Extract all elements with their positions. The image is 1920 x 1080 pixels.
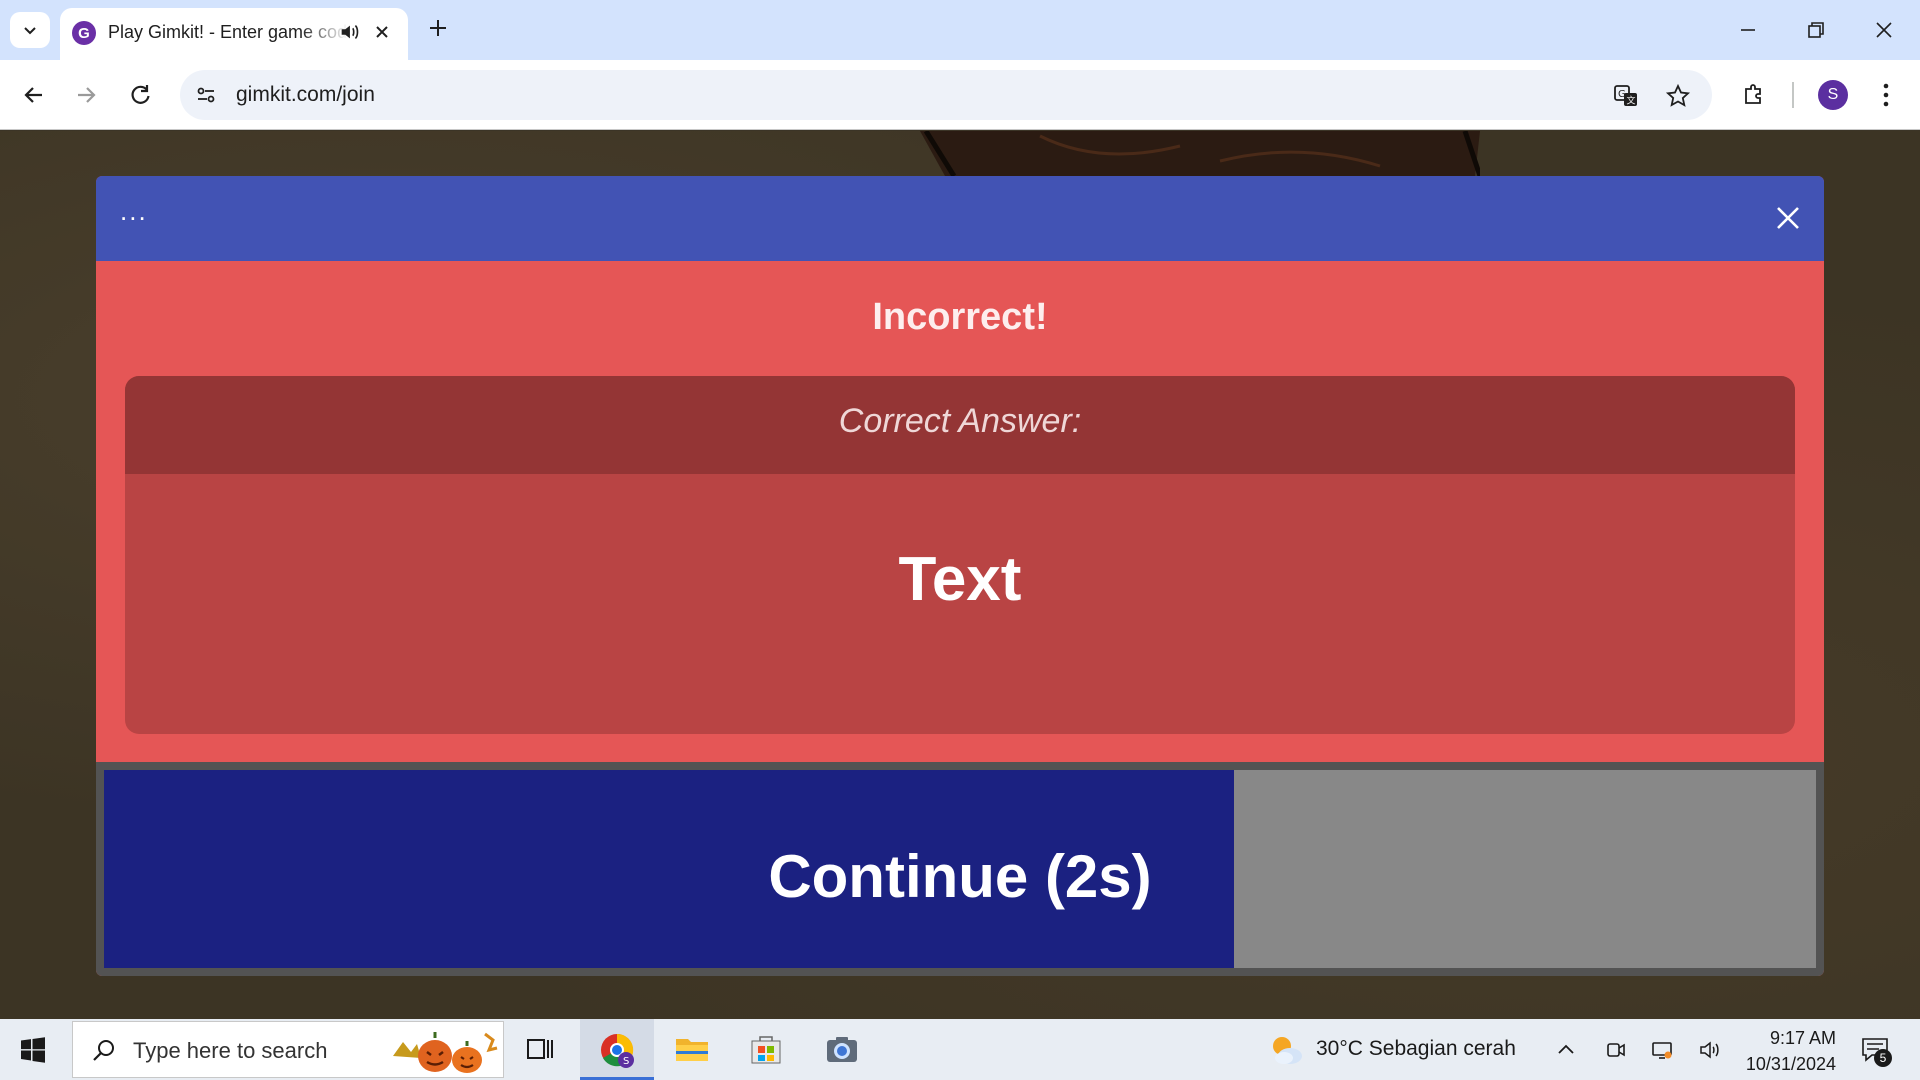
continue-countdown-track: Continue (2s) xyxy=(104,770,1816,968)
forward-arrow-icon[interactable] xyxy=(72,81,100,109)
system-clock[interactable]: 9:17 AM 10/31/2024 xyxy=(1736,1025,1836,1077)
browser-tab[interactable]: G Play Gimkit! - Enter game code xyxy=(60,8,408,60)
weather-text[interactable]: 30°C Sebagian cerah xyxy=(1316,1037,1516,1061)
notification-center-button[interactable]: 5 xyxy=(1858,1033,1892,1067)
restore-icon[interactable] xyxy=(1804,18,1828,42)
correct-answer-label: Correct Answer: xyxy=(838,402,1082,440)
back-arrow-icon[interactable] xyxy=(20,81,48,109)
tab-title: Play Gimkit! - Enter game code xyxy=(108,22,348,42)
weather-partly-sunny-icon[interactable] xyxy=(1268,1033,1304,1067)
network-icon[interactable] xyxy=(1650,1038,1674,1062)
minimize-icon[interactable] xyxy=(1736,18,1760,42)
correct-answer-header: Correct Answer: xyxy=(125,376,1795,474)
svg-text:文: 文 xyxy=(1627,95,1636,107)
correct-answer-value: Text xyxy=(898,545,1022,614)
camera-icon[interactable] xyxy=(822,1029,862,1069)
extensions-puzzle-icon[interactable] xyxy=(1740,81,1768,109)
svg-text:S: S xyxy=(623,1056,629,1067)
notification-count-badge: 5 xyxy=(1874,1049,1892,1067)
site-settings-icon[interactable] xyxy=(194,83,218,107)
task-view-icon[interactable] xyxy=(520,1029,560,1069)
modal-menu-dots[interactable]: ... xyxy=(120,198,152,228)
clock-time: 9:17 AM xyxy=(1769,1028,1836,1048)
url-text[interactable]: gimkit.com/join xyxy=(236,83,375,107)
profile-avatar[interactable]: S xyxy=(1818,80,1848,110)
halloween-pumpkins-icon xyxy=(393,1032,498,1073)
chevron-down-icon xyxy=(24,27,36,35)
browser-tab-bar: G Play Gimkit! - Enter game code xyxy=(0,0,1920,60)
continue-label: Continue (2s) xyxy=(768,843,1152,910)
result-title: Incorrect! xyxy=(872,296,1048,338)
tab-search-button[interactable] xyxy=(10,12,50,48)
browser-toolbar: gimkit.com/join G文 S xyxy=(0,60,1920,130)
translate-icon[interactable]: G文 xyxy=(1612,82,1640,110)
chrome-icon: S xyxy=(601,1033,634,1068)
address-bar[interactable]: gimkit.com/join G文 xyxy=(180,70,1712,120)
windows-taskbar: Type here to search S 30°C Sebagian cera… xyxy=(0,1019,1920,1080)
search-placeholder: Type here to search xyxy=(133,1038,328,1063)
close-window-icon[interactable] xyxy=(1872,18,1896,42)
windows-start-icon[interactable] xyxy=(20,1037,46,1063)
answer-feedback-modal: ... Incorrect! Correct Answer: Text Cont… xyxy=(96,176,1824,976)
modal-header: ... xyxy=(96,176,1824,261)
clock-date: 10/31/2024 xyxy=(1745,1054,1836,1074)
reload-icon[interactable] xyxy=(126,81,154,109)
close-tab-icon[interactable] xyxy=(372,22,392,42)
chevron-up-icon[interactable] xyxy=(1554,1038,1578,1062)
volume-icon[interactable] xyxy=(1698,1038,1722,1062)
gimkit-favicon-icon: G xyxy=(72,21,96,45)
close-icon[interactable] xyxy=(1772,202,1804,234)
search-icon xyxy=(93,1040,114,1061)
speaker-icon[interactable] xyxy=(338,21,360,43)
continue-button[interactable]: Continue (2s) xyxy=(96,762,1824,976)
toolbar-divider xyxy=(1792,82,1794,108)
bookmark-star-icon[interactable] xyxy=(1664,82,1692,110)
chrome-taskbar-button[interactable]: S xyxy=(580,1019,654,1080)
correct-answer-panel: Correct Answer: Text xyxy=(125,376,1795,734)
file-explorer-icon[interactable] xyxy=(672,1029,712,1069)
taskbar-search-box[interactable]: Type here to search xyxy=(72,1021,504,1078)
microsoft-store-icon[interactable] xyxy=(746,1029,786,1069)
browser-menu-icon[interactable] xyxy=(1876,80,1896,110)
new-tab-icon[interactable] xyxy=(426,16,450,40)
background-artwork xyxy=(920,131,1480,178)
meet-now-icon[interactable] xyxy=(1604,1038,1628,1062)
